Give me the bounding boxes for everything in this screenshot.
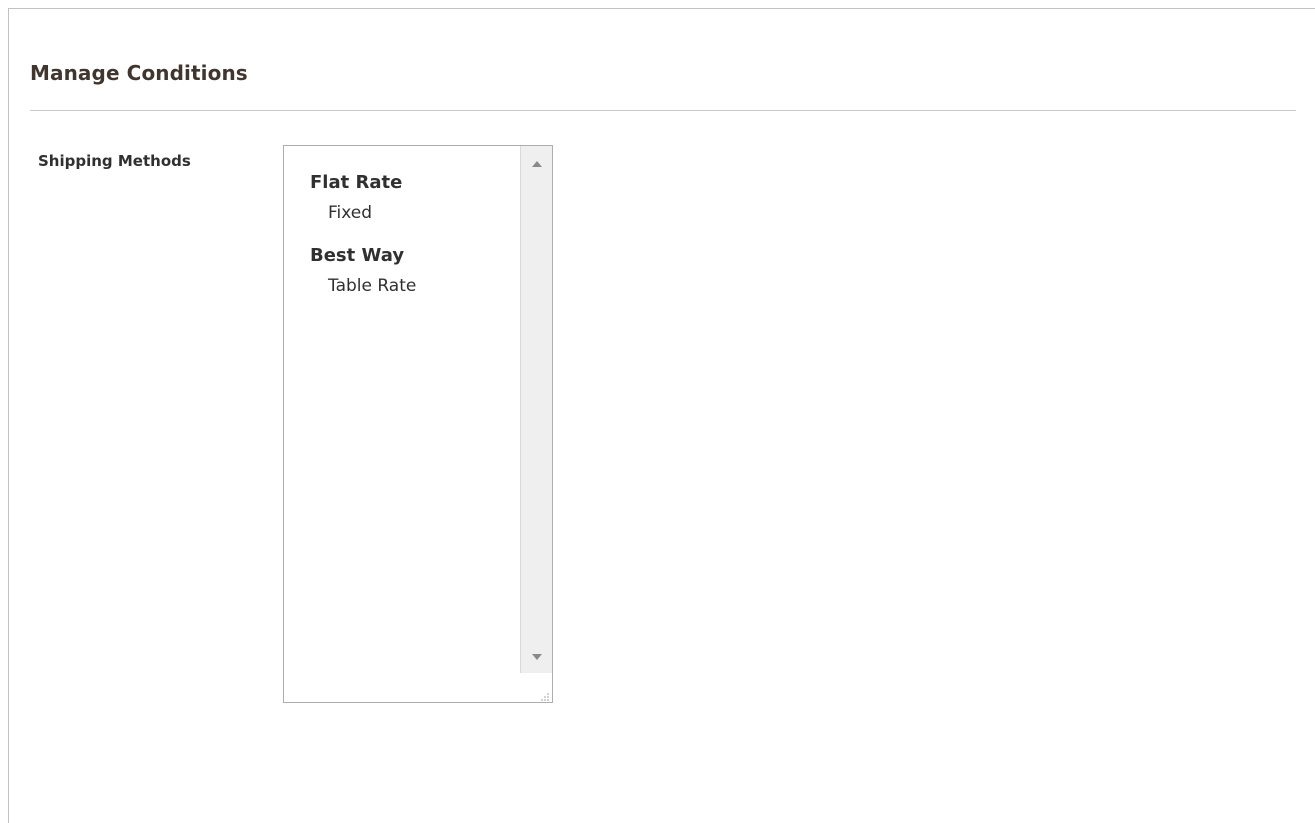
option-table-rate[interactable]: Table Rate [284,270,519,302]
optgroup-label: Flat Rate [310,172,403,193]
shipping-methods-multiselect[interactable]: Flat Rate Fixed Best Way Table Rate [283,145,553,703]
optgroup-flat-rate: Flat Rate Fixed [284,169,519,229]
conditions-panel: Manage Conditions Shipping Methods Flat … [8,8,1315,823]
section-title: Manage Conditions [30,61,248,85]
vertical-scrollbar[interactable] [520,146,552,673]
option-fixed[interactable]: Fixed [284,197,519,229]
section-divider [30,110,1296,111]
caret-down-icon[interactable] [521,645,552,669]
multiselect-options: Flat Rate Fixed Best Way Table Rate [284,146,519,702]
shipping-methods-label: Shipping Methods [38,152,191,170]
resize-grip-icon[interactable] [538,688,550,701]
optgroup-best-way: Best Way Table Rate [284,242,519,302]
caret-up-icon[interactable] [521,152,552,176]
optgroup-label: Best Way [310,245,405,266]
